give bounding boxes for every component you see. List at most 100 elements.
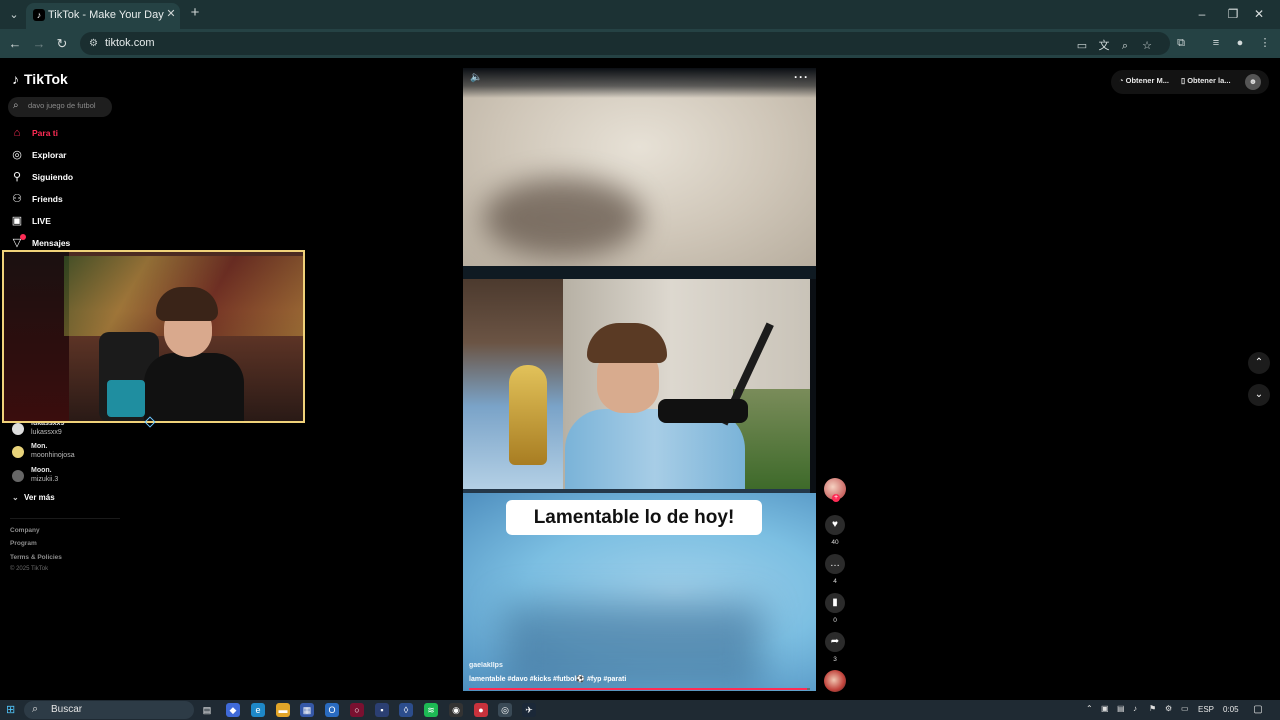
- account-name: Mon.: [31, 443, 48, 450]
- bookmark-star-icon[interactable]: ☆: [1139, 38, 1155, 54]
- comment-count: 4: [833, 578, 837, 585]
- forward-button[interactable]: →: [30, 35, 48, 53]
- footer-terms-link[interactable]: Terms & Policies: [10, 554, 62, 561]
- video-player[interactable]: 🔈 ··· Lamentable lo de hoy! gaelakllps l…: [463, 68, 816, 691]
- chevron-down-icon: ⌄: [12, 493, 19, 502]
- volume-icon[interactable]: 🔈: [470, 72, 482, 83]
- translate-icon[interactable]: 文: [1096, 38, 1112, 54]
- following-icon: ⚲: [12, 171, 22, 183]
- nav-label: Friends: [32, 194, 63, 204]
- notifications-icon[interactable]: ▢: [1251, 703, 1265, 717]
- footer-company-link[interactable]: Company: [10, 527, 40, 534]
- browser-toolbar: ← → ↻ ⚙ tiktok.com ▭ 文 ⌕ ☆ ⧉ ≡ ● ⋮: [0, 29, 1280, 58]
- app-icon[interactable]: ▪: [375, 703, 389, 717]
- tab-close-icon[interactable]: ✕: [164, 7, 178, 21]
- profile-icon[interactable]: ☻: [1245, 74, 1261, 90]
- video-hashtags[interactable]: lamentable #davo #kicks #futbol⚽ #fyp #p…: [469, 675, 626, 683]
- follow-plus-icon[interactable]: +: [832, 494, 840, 502]
- clock[interactable]: 0:05: [1223, 705, 1239, 714]
- profile-avatar-icon[interactable]: ●: [1232, 35, 1248, 51]
- music-disc-icon[interactable]: [824, 670, 846, 692]
- get-app-button[interactable]: ◔ Obtener M...: [1119, 76, 1169, 85]
- tiktok-logo[interactable]: ♪ TikTok: [12, 71, 68, 87]
- spotify-icon[interactable]: ≋: [424, 703, 438, 717]
- app-icon[interactable]: ◉: [449, 703, 463, 717]
- nav-item-siguiendo[interactable]: ⚲ Siguiendo: [10, 169, 120, 187]
- cast-icon[interactable]: ▭: [1074, 38, 1090, 54]
- language-indicator[interactable]: ESP: [1198, 705, 1214, 714]
- steam-icon[interactable]: ✈: [522, 703, 536, 717]
- tray-icon[interactable]: ▤: [1117, 704, 1125, 713]
- tray-chevron-icon[interactable]: ⌃: [1086, 704, 1093, 713]
- tray-icon[interactable]: ▭: [1181, 704, 1189, 713]
- nav-item-live[interactable]: ▣ LIVE: [10, 213, 120, 231]
- url-text[interactable]: tiktok.com: [105, 37, 155, 49]
- tray-icon[interactable]: ▣: [1101, 704, 1109, 713]
- video-progress-bar[interactable]: [469, 688, 810, 690]
- see-more-button[interactable]: ⌄ Ver más: [12, 493, 55, 502]
- new-tab-button[interactable]: +: [187, 5, 203, 21]
- site-info-icon[interactable]: ⚙: [87, 37, 100, 50]
- back-button[interactable]: ←: [6, 35, 24, 53]
- minimize-button[interactable]: –: [1193, 5, 1211, 23]
- network-icon[interactable]: ⚑: [1149, 704, 1156, 713]
- next-video-button[interactable]: ⌄: [1248, 384, 1270, 406]
- browser-menu-icon[interactable]: ⋮: [1257, 35, 1273, 51]
- tray-icon[interactable]: ⚙: [1165, 704, 1172, 713]
- account-handle: mizukii.3: [31, 476, 59, 483]
- address-bar[interactable]: ⚙ tiktok.com ▭ 文 ⌕ ☆: [80, 32, 1170, 55]
- microphone: [658, 399, 748, 423]
- account-handle: moonhinojosa: [31, 452, 75, 459]
- video-author[interactable]: gaelakllps: [469, 662, 503, 669]
- more-options-icon[interactable]: ···: [794, 70, 809, 84]
- sidebar-divider: [10, 518, 120, 519]
- windows-start-icon[interactable]: ⊞: [6, 704, 18, 716]
- app-icon[interactable]: ◊: [399, 703, 413, 717]
- nav-label: Mensajes: [32, 238, 71, 248]
- opera-icon[interactable]: ○: [350, 703, 364, 717]
- save-count: 0: [833, 617, 837, 624]
- chrome-icon[interactable]: ◎: [498, 703, 512, 717]
- comment-button[interactable]: …: [825, 554, 845, 574]
- person-body: [144, 353, 244, 421]
- tab-search-chevron-icon[interactable]: ⌄: [5, 6, 23, 24]
- file-explorer-icon[interactable]: ▬: [276, 703, 290, 717]
- following-account[interactable]: Moon. mizukii.3: [10, 466, 120, 488]
- following-account[interactable]: Mon. moonhinojosa: [10, 442, 120, 464]
- zoom-icon[interactable]: ⌕: [1117, 38, 1133, 54]
- restore-button[interactable]: ❐: [1224, 5, 1242, 23]
- nav-item-friends[interactable]: ⚇ Friends: [10, 191, 120, 209]
- nav-item-para-ti[interactable]: ⌂ Para ti: [10, 125, 120, 143]
- task-view-icon[interactable]: ▤: [200, 703, 214, 717]
- taskbar-search[interactable]: ⌕ Buscar: [24, 701, 194, 719]
- account-name: Moon.: [31, 467, 52, 474]
- tiktok-favicon-icon: ♪: [33, 9, 45, 21]
- webcam-person: [144, 287, 254, 421]
- notification-dot: [20, 234, 26, 240]
- outlook-icon[interactable]: O: [325, 703, 339, 717]
- avatar: [12, 446, 24, 458]
- store-icon[interactable]: ▦: [300, 703, 314, 717]
- close-window-button[interactable]: ✕: [1250, 5, 1268, 23]
- reload-button[interactable]: ↻: [53, 35, 71, 53]
- copyright-text: © 2025 TikTok: [10, 566, 49, 572]
- extensions-icon[interactable]: ⧉: [1173, 35, 1189, 51]
- video-caption: Lamentable lo de hoy!: [533, 507, 735, 528]
- search-icon: ⌕: [32, 703, 39, 715]
- save-button[interactable]: ▮: [825, 593, 845, 613]
- media-controls-icon[interactable]: ≡: [1208, 35, 1224, 51]
- nav-item-explorar[interactable]: ◎ Explorar: [10, 147, 120, 165]
- get-desktop-app-button[interactable]: ▯ Obtener la...: [1181, 76, 1231, 85]
- browser-tab-tiktok[interactable]: ♪ TikTok - Make Your Day ✕: [26, 3, 180, 29]
- search-input[interactable]: ⌕ davo juego de futbol: [8, 97, 112, 117]
- copilot-icon[interactable]: ◆: [226, 703, 240, 717]
- like-button[interactable]: ♥: [825, 515, 845, 535]
- footer-program-link[interactable]: Program: [10, 540, 37, 547]
- compass-icon: ◎: [12, 149, 22, 161]
- app-icon[interactable]: ●: [474, 703, 488, 717]
- edge-icon[interactable]: e: [251, 703, 265, 717]
- live-icon: ▣: [11, 215, 23, 227]
- previous-video-button[interactable]: ⌃: [1248, 352, 1270, 374]
- volume-icon[interactable]: ♪: [1133, 704, 1137, 713]
- share-button[interactable]: ➦: [825, 632, 845, 652]
